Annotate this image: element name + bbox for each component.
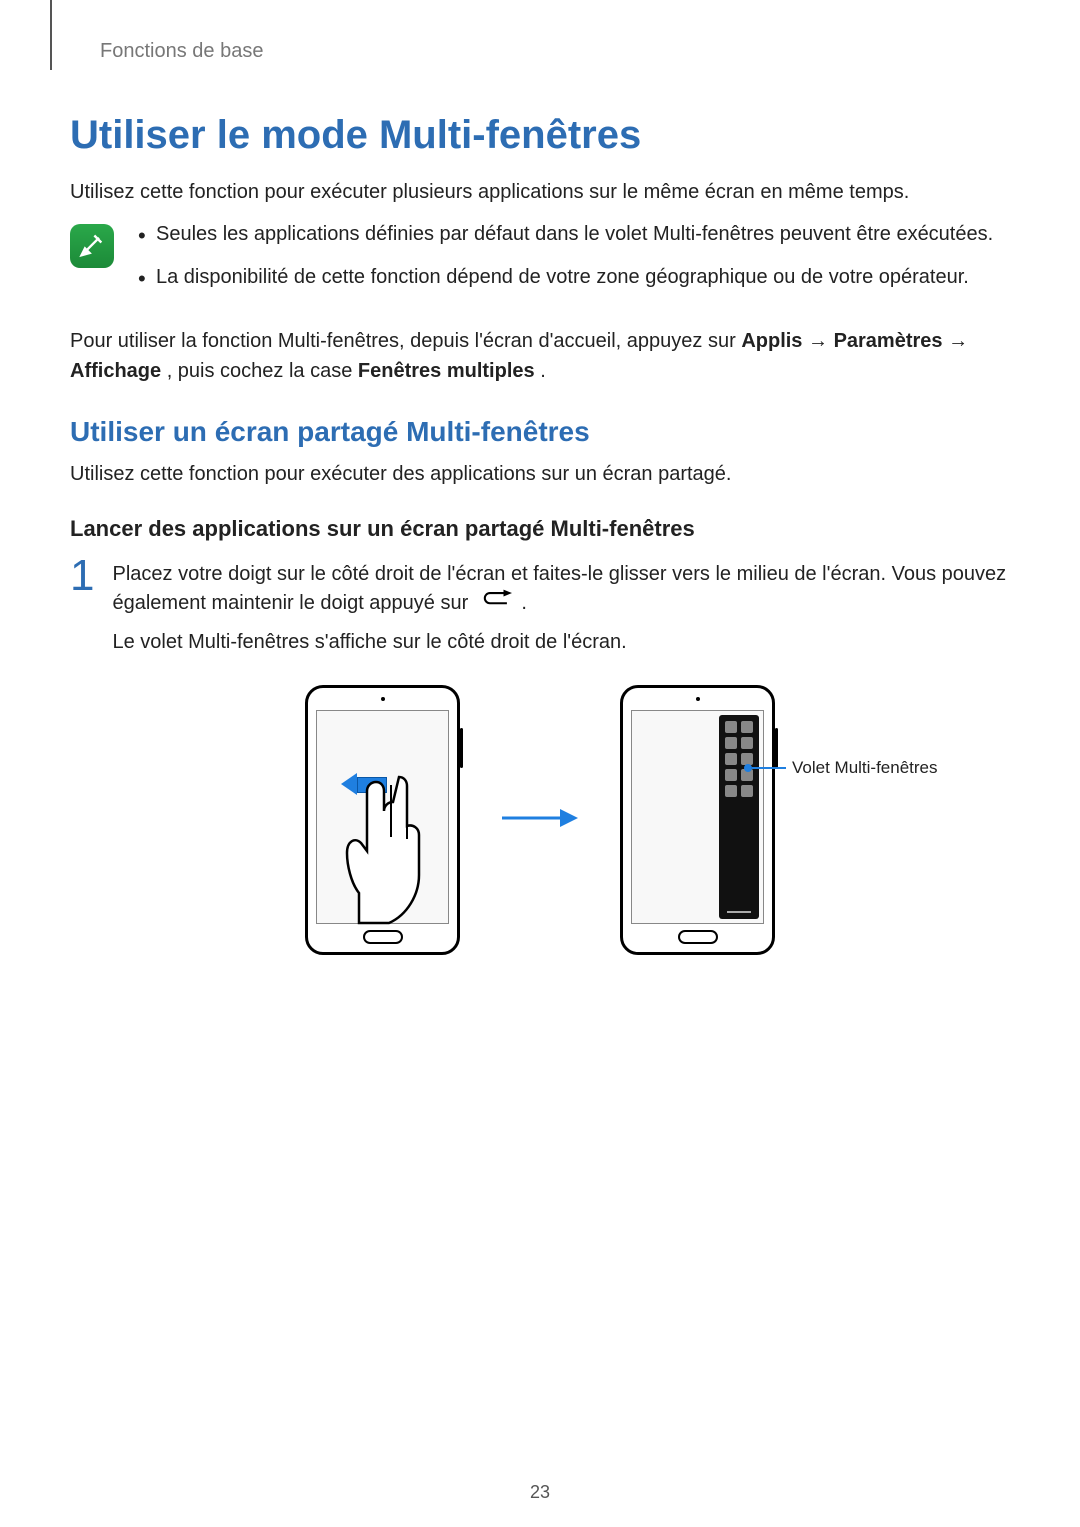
text: , puis cochez la case (167, 360, 358, 382)
bold-fenetres-multiples: Fenêtres multiples (358, 360, 535, 382)
text: . (540, 360, 546, 382)
breadcrumb: Fonctions de base (100, 40, 1010, 63)
phone-illustration-swipe (305, 685, 460, 955)
panel-handle (727, 911, 751, 913)
phone-illustration-panel: Volet Multi-fenêtres (620, 685, 775, 955)
step-1: 1 Placez votre doigt sur le côté droit d… (70, 560, 1010, 657)
note-item: La disponibilité de cette fonction dépen… (132, 263, 993, 292)
section-subtitle: Utiliser un écran partagé Multi-fenêtres (70, 416, 1010, 448)
page-title: Utiliser le mode Multi-fenêtres (70, 113, 1010, 158)
back-icon (478, 589, 512, 618)
note-list: Seules les applications définies par déf… (132, 220, 993, 306)
callout-leader: Volet Multi-fenêtres (772, 758, 938, 778)
phone-side-button (460, 728, 463, 768)
multiwindow-panel (719, 715, 759, 919)
page-number: 23 (530, 1482, 550, 1503)
phone-screen (631, 710, 764, 924)
text: → (808, 330, 834, 352)
phone-speaker (696, 697, 700, 701)
text: Pour utiliser la fonction Multi-fenêtres… (70, 330, 741, 352)
bold-parametres: Paramètres (834, 330, 943, 352)
phone-speaker (381, 697, 385, 701)
text: Placez votre doigt sur le côté droit de … (112, 563, 1006, 614)
callout-label: Volet Multi-fenêtres (792, 758, 938, 778)
hand-icon (344, 767, 434, 927)
text: . (521, 592, 527, 614)
arrow-right-icon (500, 805, 580, 836)
phone-home-button (363, 930, 403, 944)
text: → (948, 330, 968, 352)
usage-paragraph: Pour utiliser la fonction Multi-fenêtres… (70, 326, 1010, 386)
top-rule (50, 0, 52, 70)
phone-home-button (678, 930, 718, 944)
phone-screen (316, 710, 449, 924)
callout-line (752, 767, 786, 769)
note-icon (70, 224, 114, 268)
intro-paragraph: Utilisez cette fonction pour exécuter pl… (70, 178, 1010, 206)
step-line-1: Placez votre doigt sur le côté droit de … (112, 560, 1010, 618)
note-item: Seules les applications définies par déf… (132, 220, 993, 249)
subsection-title: Lancer des applications sur un écran par… (70, 516, 1010, 542)
bold-applis: Applis (741, 330, 802, 352)
step-text: Placez votre doigt sur le côté droit de … (112, 560, 1010, 657)
step-number: 1 (70, 554, 94, 598)
figure: Volet Multi-fenêtres (70, 685, 1010, 955)
bold-affichage: Affichage (70, 360, 161, 382)
subtitle-description: Utilisez cette fonction pour exécuter de… (70, 460, 1010, 488)
panel-app-grid (725, 721, 753, 797)
step-line-2: Le volet Multi-fenêtres s'affiche sur le… (112, 628, 1010, 657)
note-block: Seules les applications définies par déf… (70, 220, 1010, 306)
manual-page: Fonctions de base Utiliser le mode Multi… (0, 0, 1080, 1527)
